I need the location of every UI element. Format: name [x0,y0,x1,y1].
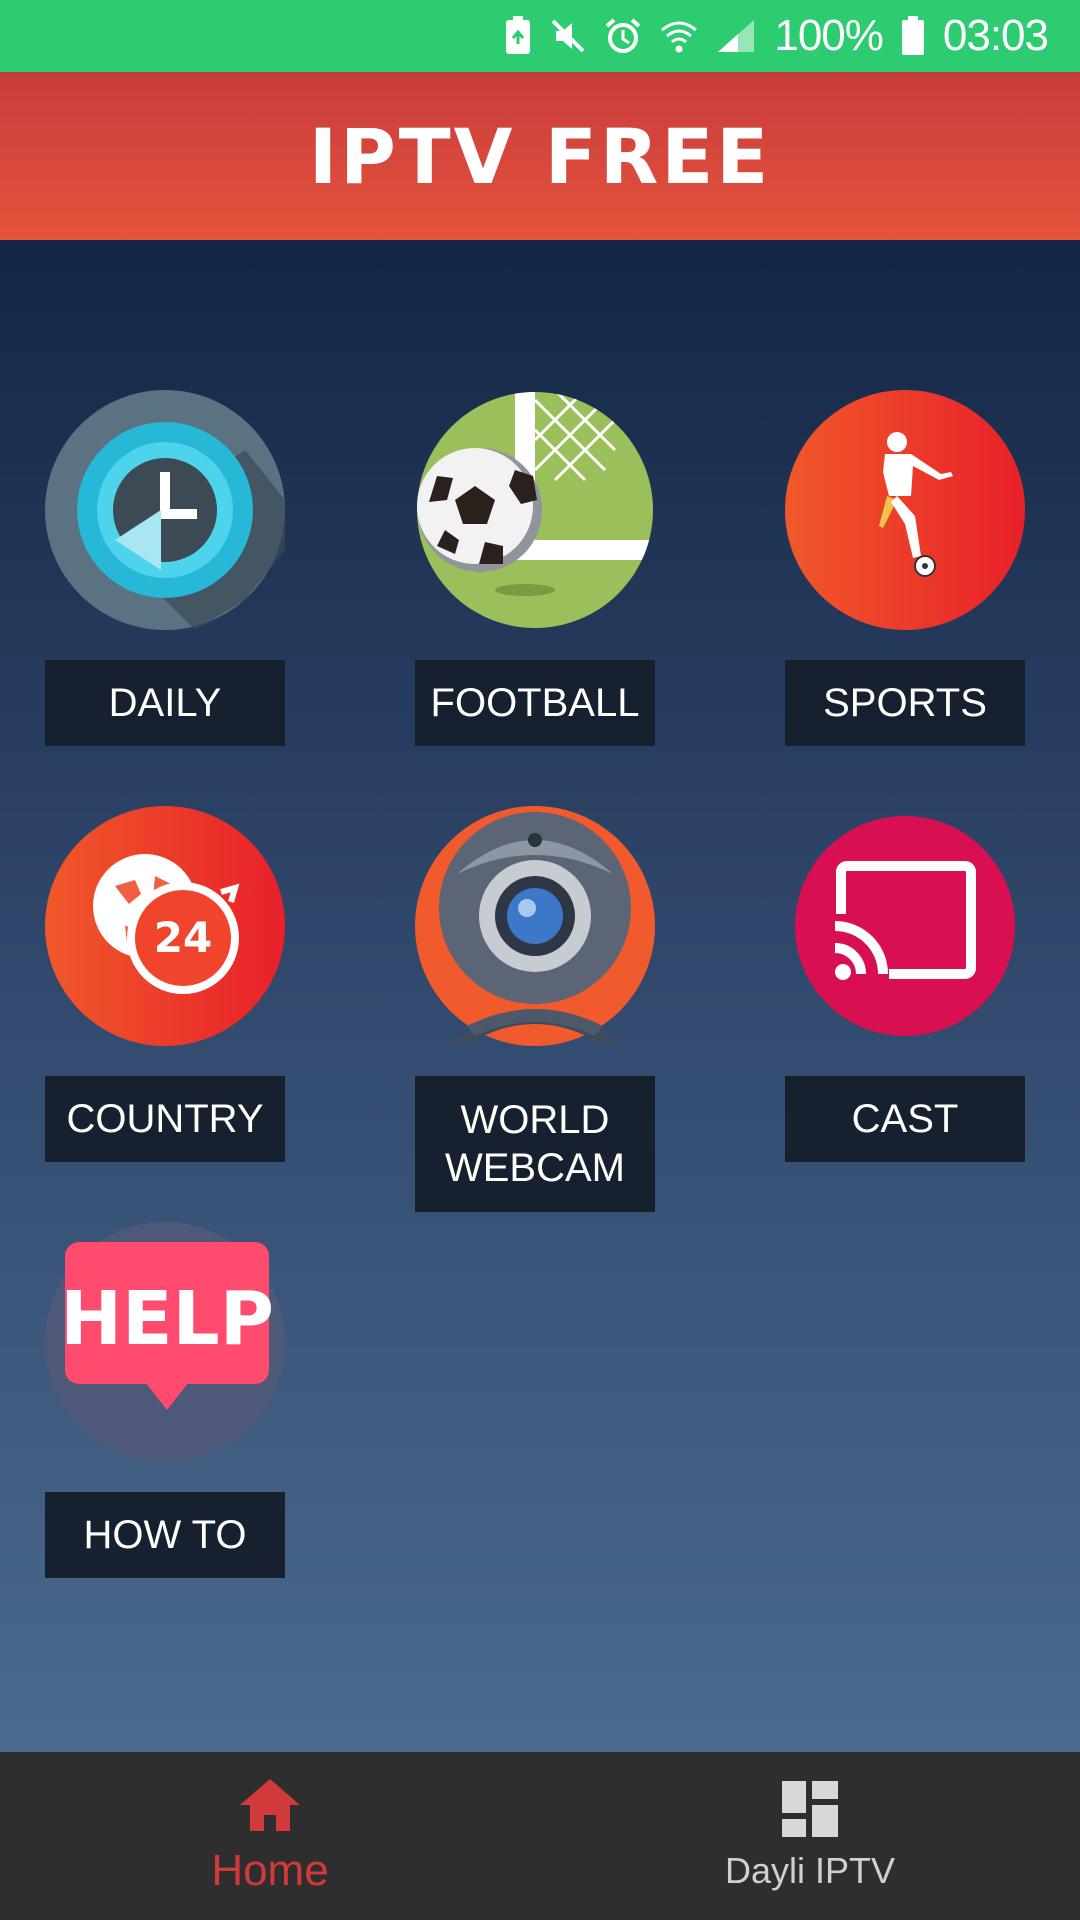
status-bar: 100% 03:03 [0,0,1080,72]
battery-icon [901,16,925,56]
webcam-icon [415,806,655,1046]
tile-world-webcam[interactable]: WORLD WEBCAM [415,806,655,1212]
dashboard-icon [782,1780,838,1842]
clock-time: 03:03 [942,11,1049,60]
tile-football-label: FOOTBALL [415,660,655,746]
bottom-nav: Home Dayli IPTV [0,1752,1080,1920]
tile-daily-label: DAILY [45,660,285,746]
daily-clock-icon [45,390,285,630]
nav-home-label: Home [211,1845,329,1895]
app-title: IPTV FREE [308,111,772,201]
tile-country-label: COUNTRY [45,1076,285,1162]
sports-player-icon [785,390,1025,630]
battery-percent: 100% [774,11,884,60]
svg-text:24: 24 [154,913,212,962]
tile-cast[interactable]: CAST [785,806,1025,1162]
tile-cast-label: CAST [785,1076,1025,1162]
home-icon [238,1777,302,1838]
help-bubble-icon: HELP [45,1222,285,1462]
cast-icon [785,806,1025,1046]
tile-world-webcam-label: WORLD WEBCAM [415,1076,655,1212]
tile-country[interactable]: 24 COUNTRY [45,806,285,1162]
football-goal-icon [415,390,655,630]
tile-daily[interactable]: DAILY [45,390,285,746]
app-header: IPTV FREE [0,72,1080,240]
signal-icon [716,18,756,54]
tile-how-to[interactable]: HELP HOW TO [45,1222,285,1578]
nav-dayli-iptv[interactable]: Dayli IPTV [540,1752,1080,1920]
battery-saver-icon [504,16,532,56]
svg-text:HELP: HELP [60,1276,274,1362]
wifi-icon [660,18,698,54]
alarm-icon [604,17,642,55]
nav-home[interactable]: Home [0,1752,540,1920]
tile-sports-label: SPORTS [785,660,1025,746]
nav-dayli-iptv-label: Dayli IPTV [724,1849,896,1891]
tile-how-to-label: HOW TO [45,1492,285,1578]
mute-icon [550,18,586,54]
category-grid: DAILY FOOTBALL SPORTS 24 COUNTRY WORLD W… [0,240,1080,1752]
tile-sports[interactable]: SPORTS [785,390,1025,746]
tile-football[interactable]: FOOTBALL [415,390,655,746]
globe-24-icon: 24 [45,806,285,1046]
